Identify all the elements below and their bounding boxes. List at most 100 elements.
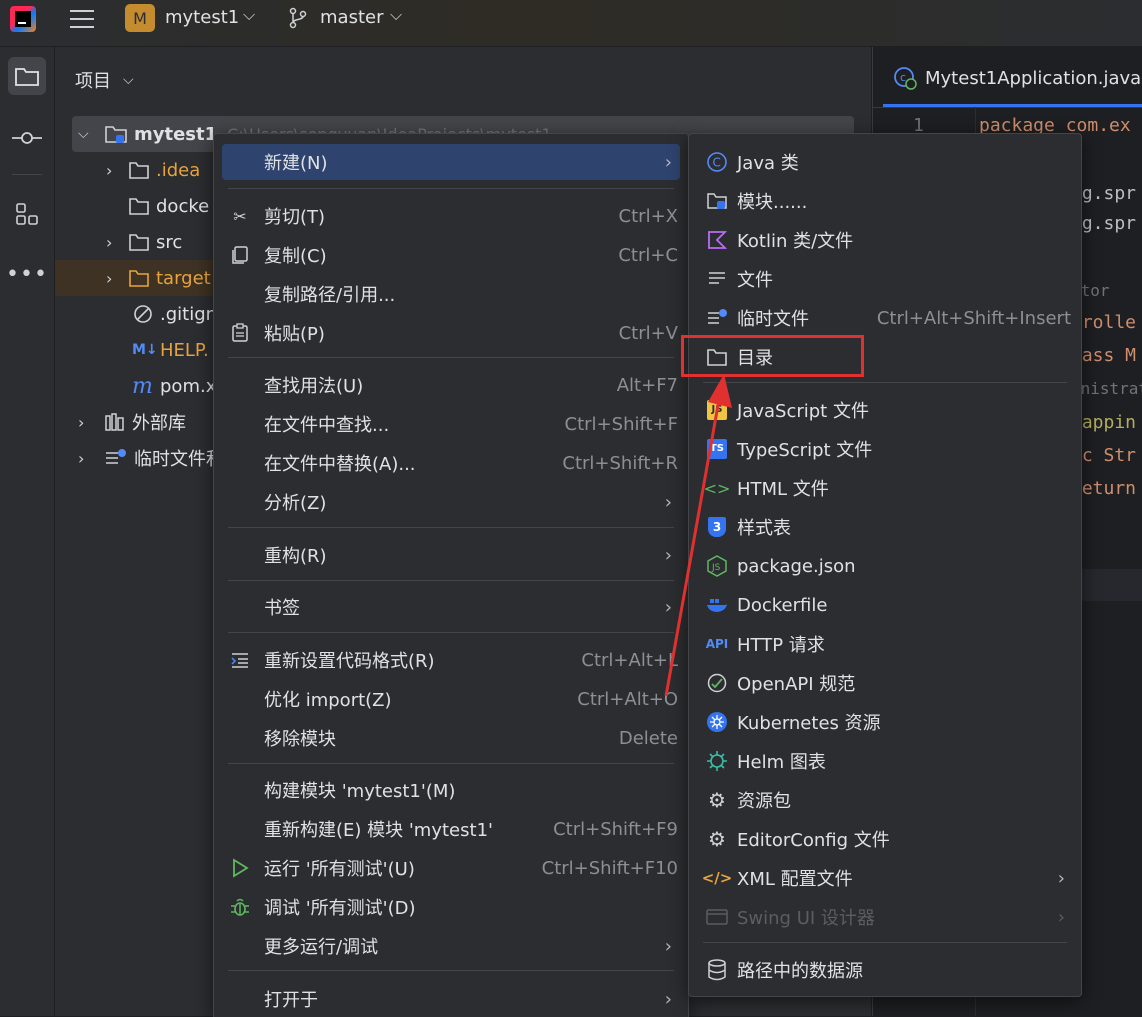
menu-item-more-run-debug[interactable]: 更多运行/调试 › (222, 928, 680, 964)
menu-item-new[interactable]: 新建(N) › (222, 144, 680, 180)
tree-label: pom.x (160, 375, 217, 397)
menu-item-remove-module[interactable]: 移除模块 Delete (222, 720, 680, 756)
menu-item-copy[interactable]: 复制(C) Ctrl+C (222, 237, 680, 273)
chevron-right-icon: › (664, 151, 672, 173)
submenu-item-kotlin[interactable]: Kotlin 类/文件 (697, 222, 1073, 258)
run-icon (228, 856, 252, 880)
menu-item-open-in[interactable]: 打开于 › (222, 981, 680, 1017)
tree-row-docker[interactable]: docke (128, 188, 209, 224)
tree-row-help[interactable]: M↓ HELP. (132, 332, 209, 368)
gear-icon: ⚙ (708, 788, 726, 812)
tool-strip-divider (12, 174, 42, 175)
menu-separator (228, 357, 674, 358)
menu-item-rebuild-module[interactable]: 重新构建(E) 模块 'mytest1' Ctrl+Shift+F9 (222, 811, 680, 847)
project-tool-button[interactable] (8, 57, 46, 95)
text-file-icon (705, 267, 729, 291)
menu-item-cut[interactable]: ✂ 剪切(T) Ctrl+X (222, 198, 680, 234)
svg-text:C: C (713, 156, 721, 170)
tree-row-libraries[interactable]: › 外部库 (78, 404, 186, 440)
menu-item-optimize-imports[interactable]: 优化 import(Z) Ctrl+Alt+O (222, 681, 680, 717)
submenu-item-swing-ui: Swing UI 设计器 › (697, 899, 1073, 935)
chevron-down-icon: ⌵ (390, 5, 403, 24)
gear-icon: ⚙ (708, 827, 726, 851)
submenu-item-datasource-in-path[interactable]: 路径中的数据源 (697, 952, 1073, 988)
menu-item-replace-in-files[interactable]: 在文件中替换(A)... Ctrl+Shift+R (222, 445, 680, 481)
menu-item-copy-path[interactable]: 复制路径/引用... (222, 276, 680, 312)
structure-icon (16, 203, 38, 225)
tree-row-scratches[interactable]: › 临时文件和 (78, 440, 224, 476)
project-panel-title: 项目 (75, 71, 111, 92)
tree-row-gitignore[interactable]: .gitign (132, 296, 217, 332)
chevron-down-icon: ⌵ (123, 72, 134, 88)
branch-selector[interactable]: master ⌵ (288, 3, 413, 33)
commit-tool-button[interactable] (8, 119, 46, 157)
editor-tab[interactable]: c Mytest1Application.java (893, 63, 1141, 93)
menu-item-analyze[interactable]: 分析(Z) › (222, 484, 680, 520)
more-icon: ••• (6, 261, 48, 287)
module-folder-icon (105, 126, 127, 143)
folder-icon (15, 68, 39, 86)
tree-label: .idea (156, 159, 201, 181)
xml-icon: </> (701, 869, 733, 887)
menu-item-bookmarks[interactable]: 书签 › (222, 589, 680, 625)
tree-row-target[interactable]: › target (106, 260, 211, 296)
paste-icon (228, 321, 252, 345)
menu-item-find-usages[interactable]: 查找用法(U) Alt+F7 (222, 367, 680, 403)
chevron-right-icon: › (106, 160, 113, 180)
submenu-item-scratch[interactable]: 临时文件 Ctrl+Alt+Shift+Insert (697, 300, 1073, 336)
module-icon (705, 189, 729, 213)
project-panel-header[interactable]: 项目 ⌵ (75, 65, 134, 95)
chevron-down-icon: ⌵ (243, 5, 256, 24)
library-icon (105, 413, 124, 431)
tool-window-strip: ••• (0, 47, 55, 1016)
branch-name: master (320, 7, 384, 28)
menu-separator (228, 763, 674, 764)
menu-item-find-in-files[interactable]: 在文件中查找... Ctrl+Shift+F (222, 406, 680, 442)
menu-item-paste[interactable]: 粘贴(P) Ctrl+V (222, 315, 680, 351)
chevron-right-icon: › (78, 412, 85, 432)
menu-item-debug-all-tests[interactable]: 调试 '所有测试'(D) (222, 889, 680, 925)
menu-separator (703, 942, 1067, 943)
project-selector[interactable]: M mytest1 ⌵ (125, 3, 265, 33)
folder-icon (129, 234, 149, 251)
chevron-right-icon: › (1057, 906, 1065, 928)
main-menu-icon[interactable] (70, 8, 94, 30)
tree-row-pom[interactable]: m pom.x (132, 368, 216, 404)
tree-label: target (156, 267, 211, 289)
menu-item-run-all-tests[interactable]: 运行 '所有测试'(U) Ctrl+Shift+F10 (222, 850, 680, 886)
title-bar: M mytest1 ⌵ master ⌵ (0, 0, 1142, 47)
commit-icon (12, 132, 42, 144)
menu-separator (228, 632, 674, 633)
submenu-item-helm-chart[interactable]: Helm 图表 (697, 743, 1073, 779)
editor-tab-underline (883, 104, 1142, 107)
submenu-item-java-class[interactable]: C Java 类 (697, 144, 1073, 180)
scissors-icon: ✂ (233, 206, 247, 226)
submenu-item-xml-config[interactable]: </> XML 配置文件 › (697, 860, 1073, 896)
tree-label: 临时文件和 (134, 449, 224, 470)
submenu-item-module[interactable]: 模块...... (697, 183, 1073, 219)
submenu-item-editorconfig[interactable]: ⚙ EditorConfig 文件 (697, 821, 1073, 857)
tree-label: .gitign (160, 303, 218, 325)
submenu-item-resource-bundle[interactable]: ⚙ 资源包 (697, 782, 1073, 818)
structure-tool-button[interactable] (8, 195, 46, 233)
menu-separator (228, 970, 674, 971)
git-branch-icon (289, 7, 307, 29)
tree-label: mytest1 (134, 123, 218, 145)
spring-class-icon: c (894, 67, 917, 90)
tree-row-idea[interactable]: › .idea (106, 152, 200, 188)
tree-label: 外部库 (132, 413, 186, 434)
helm-icon (705, 749, 729, 773)
debug-bug-icon (228, 895, 252, 919)
submenu-item-file[interactable]: 文件 (697, 261, 1073, 297)
intellij-logo-icon[interactable] (10, 6, 36, 32)
database-icon (705, 958, 729, 982)
folder-icon (129, 270, 149, 287)
tree-row-src[interactable]: › src (106, 224, 182, 260)
annotation-arrow (664, 374, 732, 697)
menu-item-reformat-code[interactable]: 重新设置代码格式(R) Ctrl+Alt+L (222, 642, 680, 678)
maven-icon: m (132, 373, 153, 399)
menu-item-build-module[interactable]: 构建模块 'mytest1'(M) (222, 772, 680, 808)
more-tools-button[interactable]: ••• (6, 255, 48, 293)
editor-tab-label: Mytest1Application.java (925, 67, 1142, 89)
menu-item-refactor[interactable]: 重构(R) › (222, 537, 680, 573)
